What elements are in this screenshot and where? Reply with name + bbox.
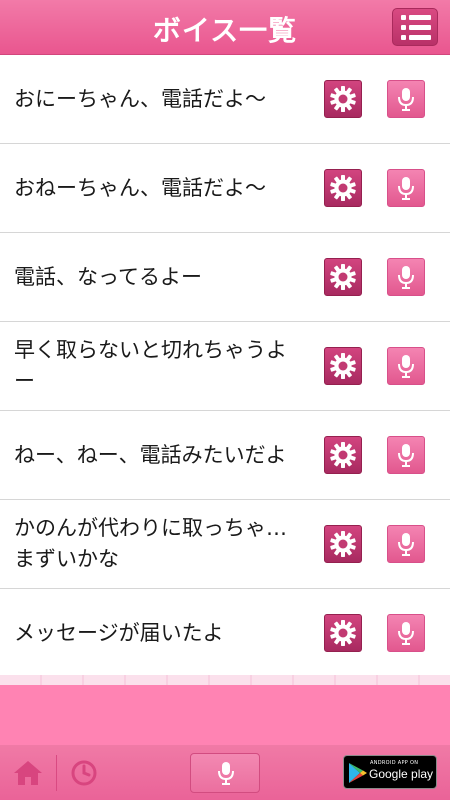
gear-icon xyxy=(330,620,356,646)
footer-divider xyxy=(56,755,57,791)
list-menu-icon xyxy=(401,15,431,41)
gear-icon xyxy=(330,86,356,112)
voice-list-item[interactable]: 早く取らないと切れちゃうよー xyxy=(0,322,450,411)
microphone-icon xyxy=(398,533,414,556)
microphone-icon xyxy=(218,762,234,785)
voice-label: かのんが代わりに取っちゃ…まずいかな xyxy=(14,516,287,571)
voice-list: おにーちゃん、電話だよ～ おねーちゃん、電話だよ～ 電話、なってるよー 早く取ら… xyxy=(0,55,450,678)
gear-icon xyxy=(330,442,356,468)
voice-list-item[interactable]: 電話、なってるよー xyxy=(0,233,450,322)
home-button[interactable] xyxy=(12,759,44,787)
badge-small-text: ANDROID APP ON xyxy=(370,760,419,766)
gear-icon xyxy=(330,264,356,290)
microphone-icon xyxy=(398,622,414,645)
gear-icon xyxy=(330,175,356,201)
play-voice-button[interactable] xyxy=(387,169,425,207)
settings-button[interactable] xyxy=(324,347,362,385)
settings-button[interactable] xyxy=(324,258,362,296)
page-title: ボイス一覧 xyxy=(152,14,298,47)
voice-label: おねーちゃん、電話だよ～ xyxy=(14,175,266,200)
voice-label: 早く取らないと切れちゃうよー xyxy=(14,338,287,393)
voice-list-item[interactable]: ねー、ねー、電話みたいだよ xyxy=(0,411,450,500)
microphone-icon xyxy=(398,88,414,111)
gear-icon xyxy=(330,353,356,379)
play-voice-button[interactable] xyxy=(387,614,425,652)
settings-button[interactable] xyxy=(324,436,362,474)
voice-label: ねー、ねー、電話みたいだよ xyxy=(14,442,287,467)
play-voice-button[interactable] xyxy=(387,436,425,474)
gear-icon xyxy=(330,531,356,557)
microphone-icon xyxy=(398,444,414,467)
settings-button[interactable] xyxy=(324,169,362,207)
microphone-icon xyxy=(398,355,414,378)
settings-button[interactable] xyxy=(324,614,362,652)
voice-label: おにーちゃん、電話だよ～ xyxy=(14,86,266,111)
voice-label: メッセージが届いたよ xyxy=(14,620,224,645)
google-play-badge[interactable]: ANDROID APP ON Google play xyxy=(343,755,437,789)
voice-label: 電話、なってるよー xyxy=(14,264,202,289)
clock-icon xyxy=(71,760,97,786)
record-button[interactable] xyxy=(190,753,260,793)
footer-bar: ANDROID APP ON Google play xyxy=(0,745,450,800)
settings-button[interactable] xyxy=(324,525,362,563)
badge-big-text: Google play xyxy=(369,767,434,781)
play-voice-button[interactable] xyxy=(387,80,425,118)
play-voice-button[interactable] xyxy=(387,258,425,296)
play-voice-button[interactable] xyxy=(387,525,425,563)
pink-banner-area xyxy=(0,685,450,745)
play-voice-button[interactable] xyxy=(387,347,425,385)
history-button[interactable] xyxy=(70,759,98,787)
microphone-icon xyxy=(398,177,414,200)
header-bar: ボイス一覧 xyxy=(0,0,450,55)
voice-list-item[interactable]: おねーちゃん、電話だよ～ xyxy=(0,144,450,233)
google-play-icon xyxy=(349,763,367,783)
home-icon xyxy=(14,761,42,785)
menu-button[interactable] xyxy=(392,8,438,46)
list-end-stripe xyxy=(0,675,450,685)
voice-list-item[interactable]: かのんが代わりに取っちゃ…まずいかな xyxy=(0,500,450,589)
microphone-icon xyxy=(398,266,414,289)
voice-list-item[interactable]: メッセージが届いたよ xyxy=(0,589,450,678)
voice-list-item[interactable]: おにーちゃん、電話だよ～ xyxy=(0,55,450,144)
settings-button[interactable] xyxy=(324,80,362,118)
